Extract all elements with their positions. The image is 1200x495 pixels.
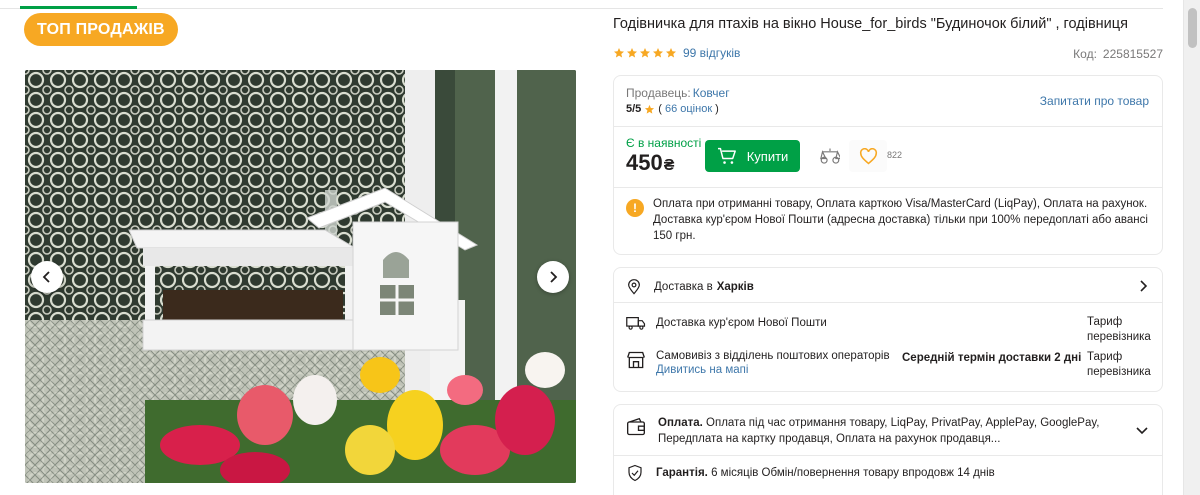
seller-label: Продавець: <box>626 86 691 100</box>
seller-info: Продавець: Ковчег <box>626 86 730 100</box>
delivery-term: Середній термін доставки 2 дні <box>902 352 1082 364</box>
product-code: Код: 225815527 <box>1073 47 1163 61</box>
divider <box>614 187 1162 188</box>
buy-button[interactable]: Купити <box>705 140 800 172</box>
delivery-courier-row: Доставка кур'єром Нової Пошти <box>626 315 1150 331</box>
payment-text: Оплата під час отримання товару, LiqPay,… <box>658 417 1100 445</box>
next-photo-button[interactable] <box>537 261 569 293</box>
price-currency: ₴ <box>663 157 675 174</box>
star-icon <box>627 48 637 58</box>
cart-icon <box>717 147 736 164</box>
compare-button[interactable] <box>820 147 842 170</box>
star-icon <box>640 48 650 58</box>
price-value: 450 <box>626 150 663 175</box>
product-photo[interactable] <box>25 70 576 483</box>
product-code-label: Код: <box>1073 47 1097 61</box>
payment-title: Оплата. <box>658 417 703 429</box>
wallet-icon <box>627 417 645 436</box>
compare-icon <box>820 148 842 164</box>
star-icon <box>645 104 655 114</box>
seller-purchase-card: Продавець: Ковчег 5/5 (66 оцінок) Запитат… <box>613 75 1163 255</box>
chevron-down-icon[interactable] <box>1136 425 1148 435</box>
product-title: Годівничка для птахів на вікно House_for… <box>613 16 1128 32</box>
ask-about-product-link[interactable]: Запитати про товар <box>1040 94 1149 108</box>
seller-reviews-count[interactable]: 66 оцінок <box>665 103 712 115</box>
star-icon <box>614 48 624 58</box>
guarantee-title: Гарантія. <box>656 467 708 479</box>
warning-icon: ! <box>626 199 644 217</box>
wishlist-count: 822 <box>887 150 903 160</box>
active-tab-indicator <box>20 6 137 9</box>
pickup-tariff: Тариф перевізника <box>1087 351 1151 378</box>
divider <box>614 455 1162 456</box>
seller-reviews-close: ) <box>715 103 719 115</box>
seller-score: 5/5 <box>626 103 642 115</box>
wishlist-button[interactable] <box>849 140 887 172</box>
payment-note-text: Оплата при отриманні товару, Оплата карт… <box>653 198 1148 242</box>
delivery-city-row[interactable]: Доставка в Харків <box>626 278 1150 296</box>
price: 450₴ <box>626 150 674 176</box>
chevron-right-icon[interactable] <box>1138 280 1148 292</box>
seller-reviews-open: ( <box>658 103 662 115</box>
shield-check-icon <box>628 464 642 482</box>
seller-rating: 5/5 (66 оцінок) <box>626 103 719 115</box>
store-icon <box>627 351 645 369</box>
guarantee-text: 6 місяців Обмін/повернення товару впродо… <box>711 467 995 479</box>
delivery-city: Харків <box>716 281 754 293</box>
buy-button-label: Купити <box>746 148 789 164</box>
product-rating: 99 відгуків <box>613 46 740 60</box>
divider <box>614 302 1162 303</box>
guarantee-row: Гарантія. 6 місяців Обмін/повернення тов… <box>626 463 1122 483</box>
previous-photo-button[interactable] <box>31 261 63 293</box>
top-sales-badge: ТОП ПРОДАЖІВ <box>24 13 178 46</box>
courier-tariff: Тариф перевізника <box>1087 316 1151 343</box>
delivery-city-label: Доставка в <box>654 281 713 293</box>
product-code-value: 225815527 <box>1102 47 1163 61</box>
payment-row[interactable]: Оплата. Оплата під час отримання товару,… <box>626 415 1122 447</box>
chevron-left-icon <box>42 271 50 283</box>
stock-status: Є в наявності <box>626 136 702 150</box>
payment-card: Оплата. Оплата під час отримання товару,… <box>613 404 1163 495</box>
payment-note: ! Оплата при отриманні товару, Оплата ка… <box>626 190 1150 244</box>
courier-label: Доставка кур'єром Нової Пошти <box>656 317 827 329</box>
star-icon <box>653 48 663 58</box>
view-on-map-link[interactable]: Дивитись на мапі <box>656 364 890 376</box>
top-divider <box>0 8 1163 9</box>
pickup-label: Самовивіз з відділень поштових операторі… <box>656 350 890 362</box>
truck-icon <box>626 317 646 330</box>
chevron-right-icon <box>550 271 558 283</box>
location-pin-icon <box>628 279 640 295</box>
scrollbar-thumb[interactable] <box>1188 8 1197 48</box>
divider <box>614 126 1162 127</box>
page-scrollbar[interactable] <box>1183 0 1200 495</box>
reviews-link[interactable]: 99 відгуків <box>683 46 740 60</box>
seller-name-link[interactable]: Ковчег <box>693 86 730 100</box>
star-icon <box>666 48 676 58</box>
rating-stars <box>613 47 677 59</box>
delivery-card: Доставка в Харків Доставка кур'єром Нової… <box>613 267 1163 392</box>
heart-icon <box>859 147 877 164</box>
